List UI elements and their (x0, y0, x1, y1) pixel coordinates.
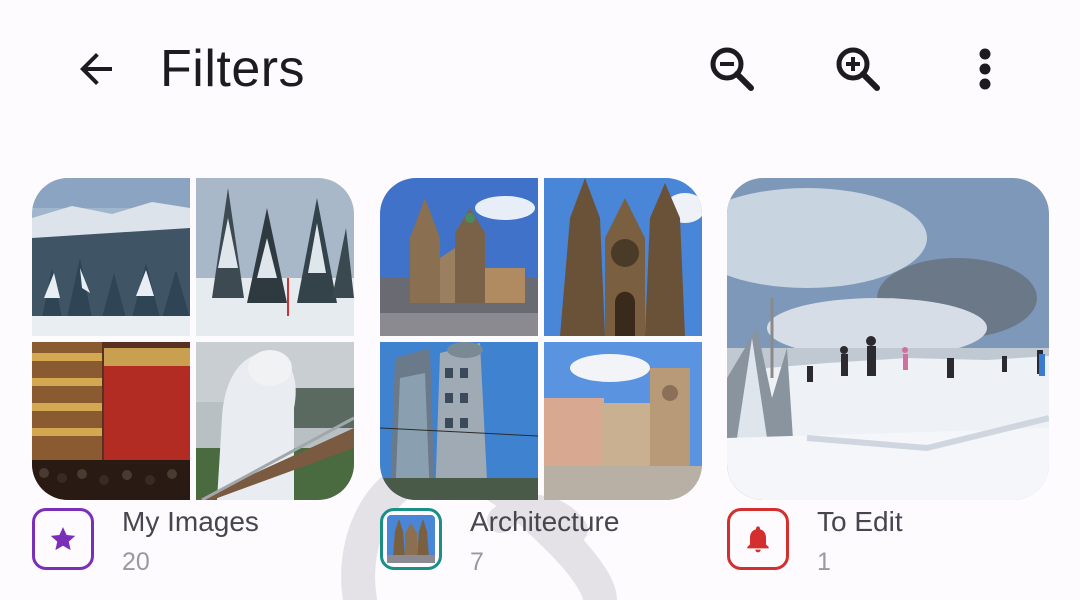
album-count: 20 (122, 548, 150, 576)
more-options-button[interactable] (953, 37, 1017, 101)
photo-snowy-hills (32, 178, 190, 336)
photo-cathedral-wide (380, 178, 538, 336)
photo-plaza-church (544, 342, 702, 500)
top-app-bar: Filters (0, 0, 1080, 140)
album-cover-collage (380, 178, 702, 500)
page-title: Filters (160, 40, 306, 98)
zoom-in-icon (836, 47, 880, 91)
album-card-architecture[interactable]: Architecture 7 (380, 178, 702, 576)
zoom-in-button[interactable] (826, 37, 890, 101)
photo-dancing-house (380, 342, 539, 500)
photo-theater (32, 342, 190, 500)
album-name: Architecture (470, 506, 620, 537)
photo-snowy-trees (196, 178, 354, 336)
album-badge (32, 508, 94, 570)
album-cover-collage (32, 178, 354, 500)
album-badge (380, 508, 442, 570)
zoom-out-icon (710, 47, 754, 91)
arrow-back-icon (80, 53, 112, 85)
album-card-my-images[interactable]: My Images 20 (32, 178, 354, 576)
album-name: To Edit (817, 506, 903, 537)
album-card-to-edit[interactable]: To Edit 1 (727, 178, 1049, 576)
architecture-thumbnail (387, 515, 435, 563)
album-count: 1 (817, 548, 831, 576)
photo-snowy-ski-slope (727, 178, 1049, 500)
back-button[interactable] (64, 37, 128, 101)
filters-screen: Filters My Images 20 Architecture 7 To E… (0, 0, 1080, 600)
photo-person-white-suit (196, 342, 354, 500)
zoom-out-button[interactable] (700, 37, 764, 101)
album-count: 7 (470, 548, 484, 576)
photo-cathedral-facade (544, 178, 702, 336)
star-icon (50, 527, 76, 551)
album-badge (727, 508, 789, 570)
more-vert-icon (979, 48, 991, 90)
album-name: My Images (122, 506, 259, 537)
album-cover-photo (727, 178, 1049, 500)
bell-icon (747, 526, 769, 553)
